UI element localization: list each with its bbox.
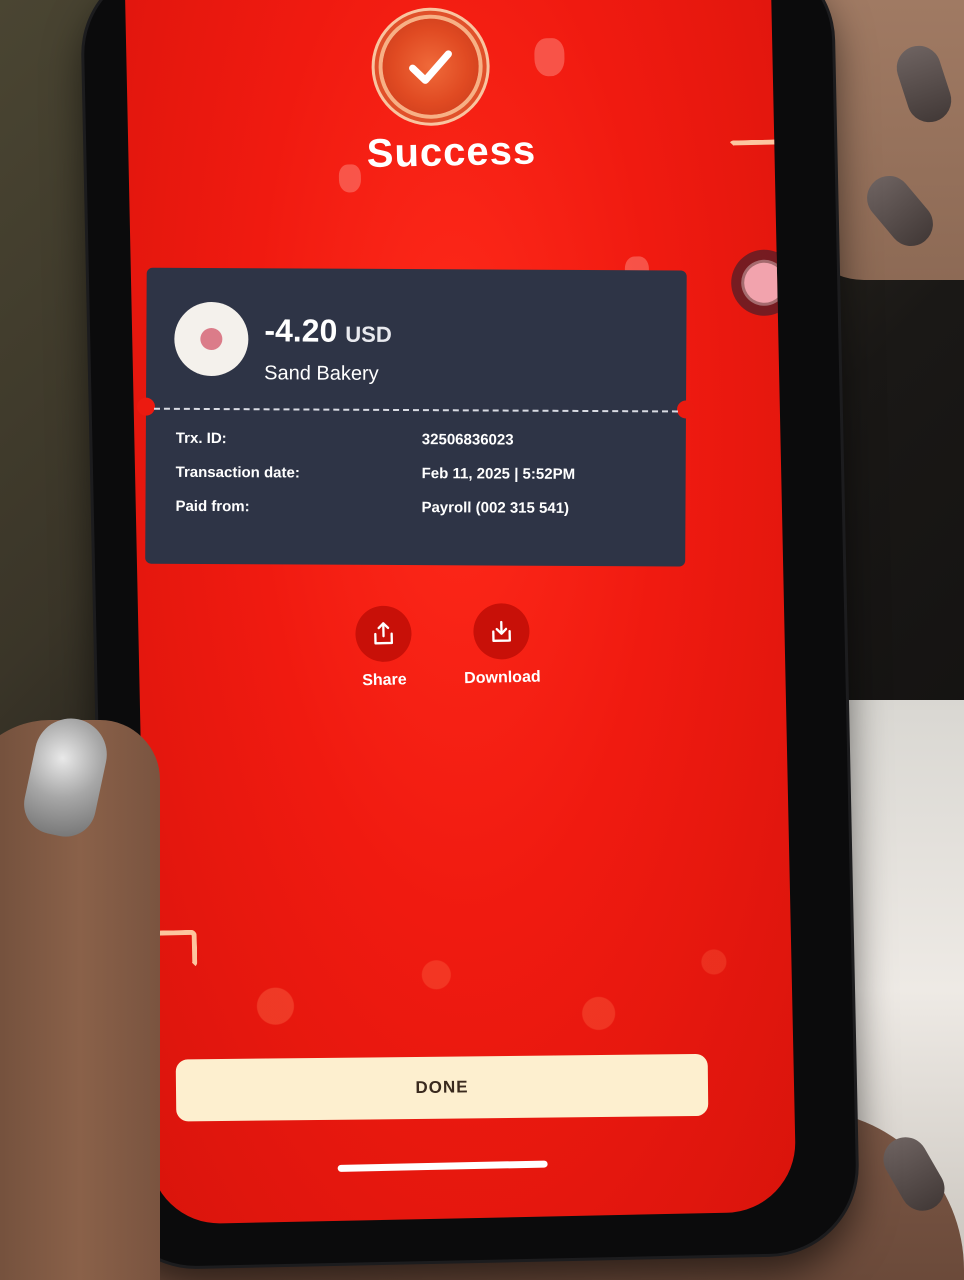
share-icon: [374, 622, 394, 645]
detail-row-trx-id: Trx. ID: 32506836023: [176, 430, 666, 467]
ticket-notch: [676, 400, 696, 419]
photo-scene: Success -4.20 USD Sand Bakery Trx. ID: 32…: [0, 0, 964, 1280]
share-circle[interactable]: [354, 605, 413, 663]
assistive-touch-button[interactable]: [730, 249, 797, 317]
detail-row-transaction-date: Transaction date: Feb 11, 2025 | 5:52PM: [176, 464, 666, 501]
transaction-amount: -4.20 USD: [264, 312, 392, 350]
share-button[interactable]: Share: [338, 605, 430, 691]
home-indicator[interactable]: [337, 1160, 548, 1172]
detail-label: Paid from:: [175, 497, 250, 516]
download-label: Download: [464, 668, 541, 688]
success-title: Success: [366, 128, 537, 177]
check-icon: [409, 50, 452, 84]
amount-value: -4.20: [264, 312, 338, 349]
detail-value: Feb 11, 2025 | 5:52PM: [421, 465, 576, 483]
payment-success-screen: Success -4.20 USD Sand Bakery Trx. ID: 32…: [124, 0, 797, 1225]
detail-value: Payroll (002 315 541): [421, 499, 570, 517]
download-icon: [492, 620, 511, 643]
detail-label: Trx. ID:: [175, 429, 227, 448]
receipt-header: -4.20 USD Sand Bakery: [146, 268, 687, 411]
phone-device: Success -4.20 USD Sand Bakery Trx. ID: 32…: [82, 0, 858, 1268]
download-circle[interactable]: [472, 602, 531, 660]
ticket-notch: [136, 397, 156, 416]
detail-value: 32506836023: [421, 431, 514, 449]
amount-currency: USD: [345, 321, 392, 347]
detail-label: Transaction date:: [175, 463, 300, 482]
share-label: Share: [362, 671, 407, 690]
lantern-decoration: [534, 37, 565, 77]
download-button[interactable]: Download: [456, 602, 548, 688]
transaction-details: Trx. ID: 32506836023 Transaction date: F…: [175, 430, 666, 535]
merchant-name: Sand Bakery: [264, 362, 379, 385]
detail-row-paid-from: Paid from: Payroll (002 315 541): [175, 498, 665, 535]
success-badge: [381, 17, 480, 116]
transaction-receipt-card: -4.20 USD Sand Bakery Trx. ID: 3250683602…: [136, 267, 696, 567]
receipt-actions: Share Download: [338, 602, 558, 689]
done-button[interactable]: DONE: [175, 1053, 709, 1122]
merchant-logo: [174, 301, 249, 377]
